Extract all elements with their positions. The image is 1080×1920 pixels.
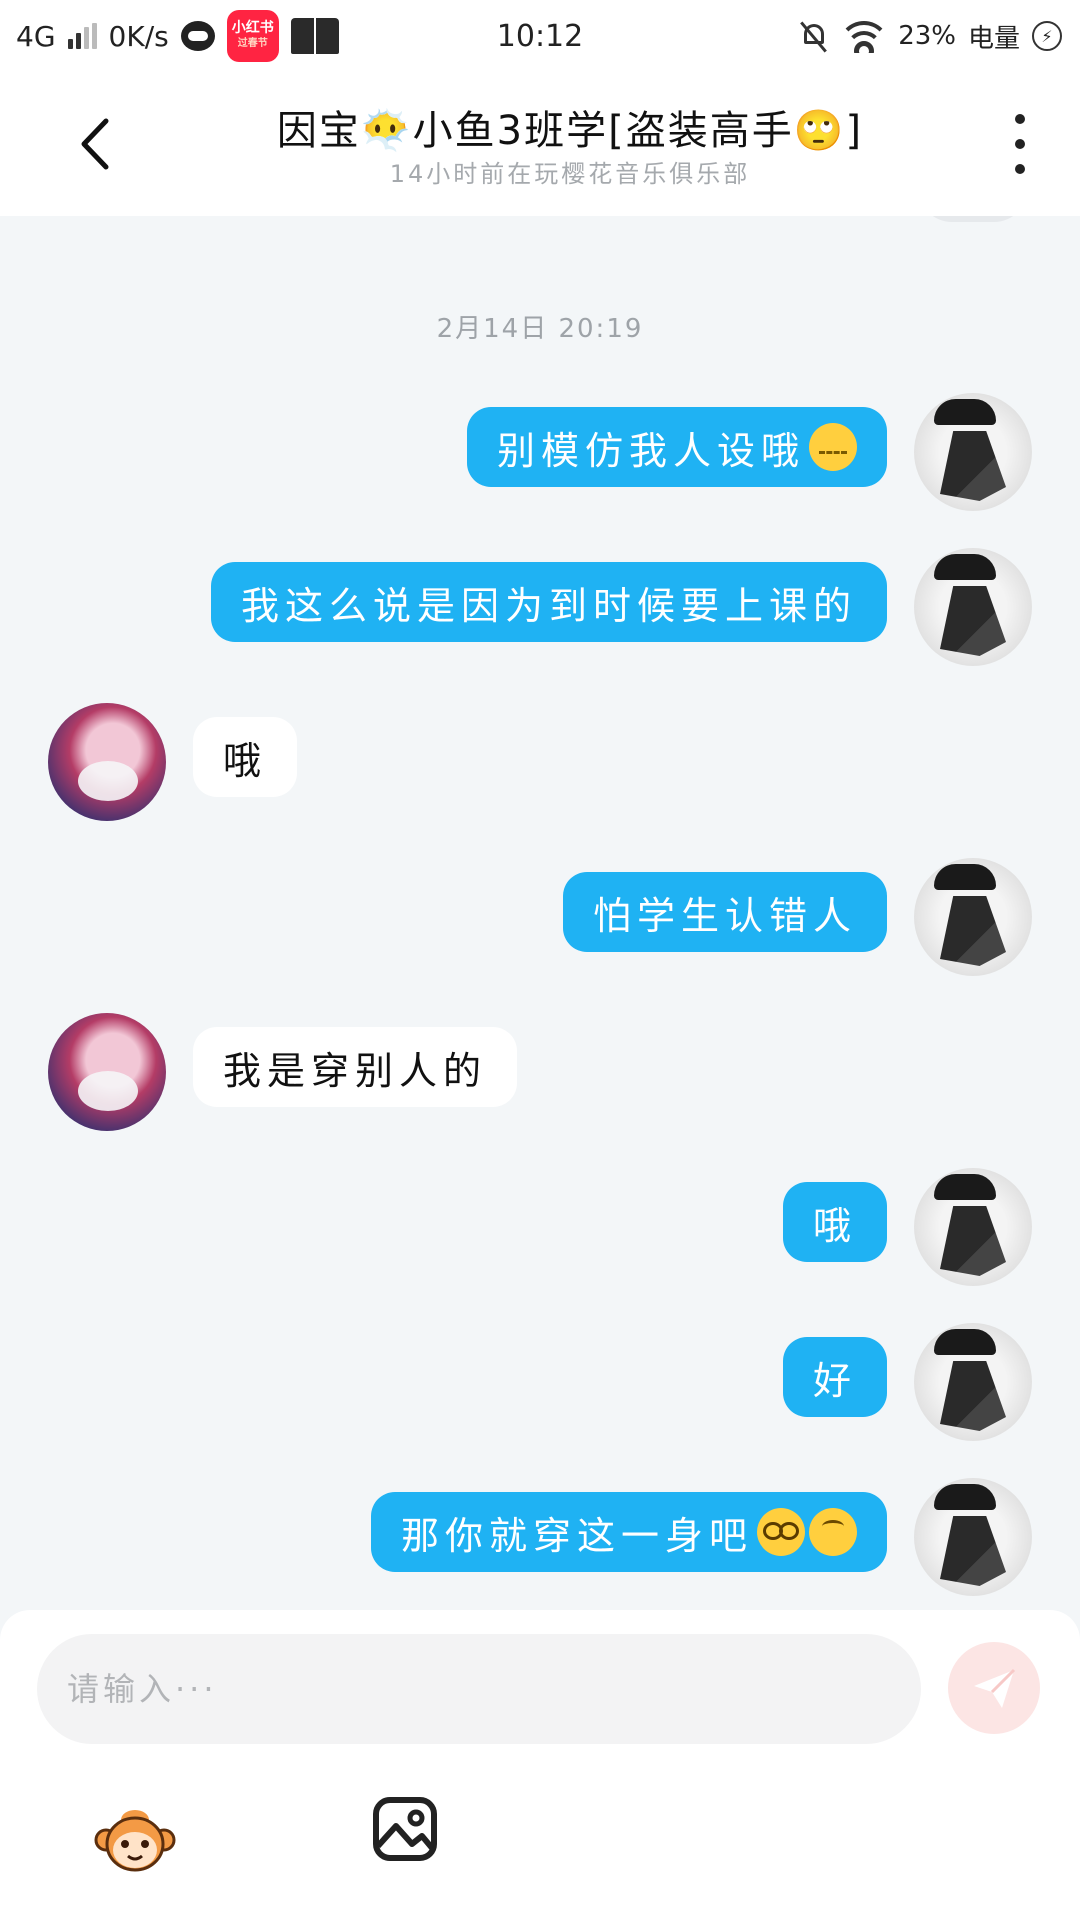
composer-panel xyxy=(0,1610,1080,1920)
charging-icon: ⚡ xyxy=(1032,21,1062,51)
book-icon xyxy=(290,18,339,54)
app-badge-bottom: 过春节 xyxy=(237,38,268,49)
message-bubble[interactable]: 我是穿别人的 xyxy=(193,1027,518,1107)
message-received: 哦 xyxy=(0,703,1080,823)
my-avatar[interactable] xyxy=(914,1168,1032,1286)
dot xyxy=(1015,164,1025,174)
message-bubble[interactable]: 哦 xyxy=(782,1182,887,1262)
my-avatar[interactable] xyxy=(914,1478,1032,1596)
image-picker-button[interactable] xyxy=(372,1796,438,1862)
message-text: 好 xyxy=(812,1358,857,1403)
my-avatar[interactable] xyxy=(914,393,1032,511)
message-text: 哦 xyxy=(812,1203,857,1248)
message-sent: 好 xyxy=(0,1323,1080,1443)
muted-bell-icon xyxy=(798,20,830,52)
cat-app-icon xyxy=(180,21,215,51)
message-bubble[interactable]: 我这么说是因为到时候要上课的 xyxy=(210,562,887,642)
nerd-face-icon xyxy=(757,1508,805,1556)
contact-avatar[interactable] xyxy=(48,1013,166,1131)
paper-plane-icon xyxy=(974,1668,1016,1708)
my-avatar[interactable] xyxy=(914,858,1032,976)
monkey-face-icon xyxy=(94,1810,176,1872)
message-sent: 那你就穿这一身吧 xyxy=(0,1478,1080,1598)
message-text: 怕学生认错人 xyxy=(592,893,857,938)
contact-status: 14小时前在玩樱花音乐俱乐部 xyxy=(389,160,751,188)
message-timestamp: 2月14日 20:19 xyxy=(436,314,644,344)
zipper-mouth-face-icon xyxy=(809,423,857,471)
message-list[interactable]: 2月14日 20:19 别模仿我人设哦 我这么说是因为到时候要上课的 哦 怕学生… xyxy=(0,216,1080,1610)
my-avatar[interactable] xyxy=(914,1323,1032,1441)
sticker-button[interactable] xyxy=(92,1794,178,1880)
status-left: 4G 0K/s 小红书 过春节 xyxy=(16,0,339,72)
signal-icon xyxy=(67,23,97,49)
network-speed: 0K/s xyxy=(108,19,169,53)
contact-name: 因宝😶‍🌫️小鱼3班学[盗装高手🙄] xyxy=(276,108,864,154)
message-bubble[interactable]: 别模仿我人设哦 xyxy=(466,407,887,487)
message-sent: 哦 xyxy=(0,1168,1080,1288)
message-bubble[interactable]: 好 xyxy=(782,1337,887,1417)
message-text: 哦 xyxy=(223,738,268,783)
chat-header: 因宝😶‍🌫️小鱼3班学[盗装高手🙄] 14小时前在玩樱花音乐俱乐部 xyxy=(0,72,1080,216)
wifi-icon xyxy=(842,19,887,53)
battery-percent: 23% xyxy=(898,21,956,51)
message-text: 我这么说是因为到时候要上课的 xyxy=(240,583,857,628)
message-text: 别模仿我人设哦 xyxy=(496,428,805,473)
app-badge-top: 小红书 xyxy=(231,20,274,36)
dot xyxy=(1015,139,1025,149)
contact-avatar[interactable] xyxy=(48,703,166,821)
xiaohongshu-app-icon: 小红书 过春节 xyxy=(226,10,279,62)
message-input[interactable] xyxy=(37,1634,921,1744)
send-button[interactable] xyxy=(948,1642,1040,1734)
message-received: 我是穿别人的 xyxy=(0,1013,1080,1133)
status-right: 23% 电量 ⚡ xyxy=(798,0,1062,72)
network-type: 4G xyxy=(16,19,56,53)
message-sent: 我这么说是因为到时候要上课的 xyxy=(0,548,1080,668)
message-text: 那你就穿这一身吧 xyxy=(400,1513,753,1558)
upside-down-face-icon xyxy=(809,1508,857,1556)
status-bar: 4G 0K/s 小红书 过春节 10:12 23% 电量 ⚡ xyxy=(0,0,1080,72)
message-sent: 别模仿我人设哦 xyxy=(0,393,1080,513)
message-bubble[interactable]: 怕学生认错人 xyxy=(562,872,887,952)
back-button[interactable] xyxy=(70,114,120,174)
message-sent: 怕学生认错人 xyxy=(0,858,1080,978)
my-avatar[interactable] xyxy=(914,548,1032,666)
message-text: 我是穿别人的 xyxy=(223,1048,488,1093)
message-bubble[interactable]: 那你就穿这一身吧 xyxy=(370,1492,887,1572)
battery-label: 电量 xyxy=(967,23,1020,54)
previous-avatar-peek xyxy=(918,216,1028,222)
message-bubble[interactable]: 哦 xyxy=(193,717,298,797)
chevron-left-icon xyxy=(81,118,109,170)
image-icon xyxy=(373,1797,437,1861)
more-options-button[interactable] xyxy=(1000,114,1040,174)
dot xyxy=(1015,114,1025,124)
